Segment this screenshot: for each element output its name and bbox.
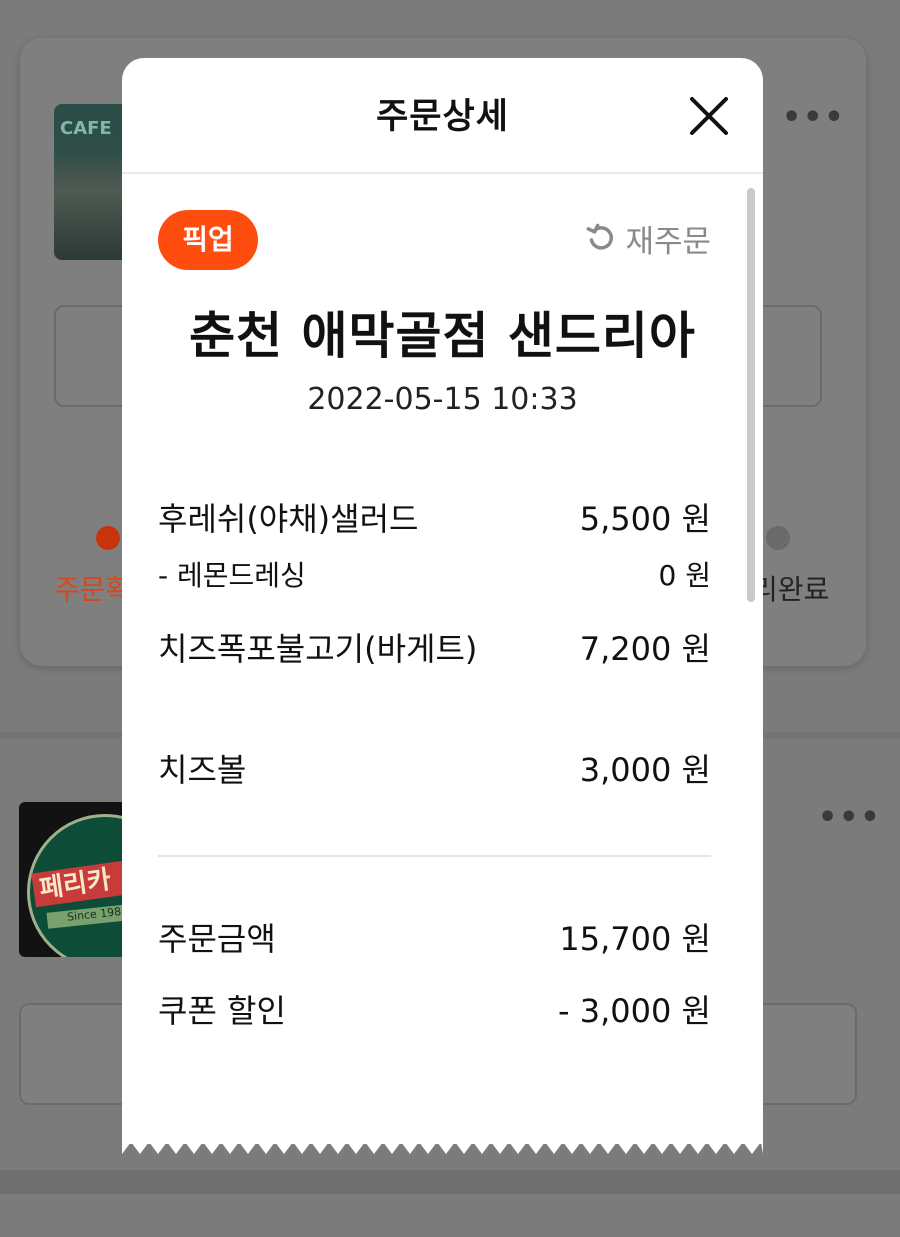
summary-label: 쿠폰 할인 xyxy=(158,992,286,1030)
item-name: 치즈폭포불고기(바게트) xyxy=(158,630,478,668)
summary-value: - 3,000 원 xyxy=(558,992,711,1030)
divider xyxy=(158,855,711,857)
order-item-row: 치즈볼 3,000 원 xyxy=(158,743,711,797)
item-name: 치즈볼 xyxy=(158,751,247,789)
order-item-row: 후레쉬(야채)샐러드 5,500 원 xyxy=(158,492,711,546)
step-label-complete: 리완료 xyxy=(752,573,830,606)
store-name: 춘천 애막골점 샌드리아 xyxy=(189,307,696,365)
summary-label: 주문금액 xyxy=(158,920,276,958)
item-option-name: - 레몬드레싱 xyxy=(158,559,306,592)
reorder-button[interactable]: 재주문 xyxy=(585,216,711,260)
refresh-icon xyxy=(586,223,614,250)
reorder-label: 재주문 xyxy=(625,223,711,260)
order-item-row: 치즈폭포불고기(바게트) 7,200 원 xyxy=(158,622,711,676)
bottom-band xyxy=(0,1170,900,1194)
summary-value: 15,700 원 xyxy=(559,920,711,958)
step-dot-inactive xyxy=(766,526,790,550)
summary-row-coupon-discount: 쿠폰 할인 - 3,000 원 xyxy=(158,984,711,1038)
close-icon xyxy=(690,97,728,135)
item-price: 3,000 원 xyxy=(579,751,711,789)
more-horizontal-icon[interactable]: ••• xyxy=(782,100,846,135)
item-price: 7,200 원 xyxy=(579,630,711,668)
close-button[interactable] xyxy=(687,94,731,138)
modal-title: 주문상세 xyxy=(376,97,509,137)
step-label-order: 주문확 xyxy=(54,573,132,606)
order-item-option-row: - 레몬드레싱 0 원 xyxy=(158,556,711,596)
store-logo-thumbnail: 페리카 Since 198 xyxy=(19,802,129,957)
receipt-zigzag-edge xyxy=(122,1140,763,1154)
modal-header: 주문상세 xyxy=(122,58,763,174)
item-price: 5,500 원 xyxy=(579,500,711,538)
more-horizontal-icon[interactable]: ••• xyxy=(818,800,882,835)
step-dot-active xyxy=(96,526,120,550)
order-detail-modal: 주문상세 픽업 재주문 춘천 애막골점 샌드리아 2022-05-15 10:3… xyxy=(122,58,763,1144)
order-datetime: 2022-05-15 10:33 xyxy=(307,382,578,417)
summary-row-order-amount: 주문금액 15,700 원 xyxy=(158,912,711,966)
item-option-price: 0 원 xyxy=(658,559,711,592)
pickup-badge: 픽업 xyxy=(158,210,258,270)
thumbnail-sign-text: CAFE xyxy=(60,118,112,139)
item-name: 후레쉬(야채)샐러드 xyxy=(158,500,419,538)
